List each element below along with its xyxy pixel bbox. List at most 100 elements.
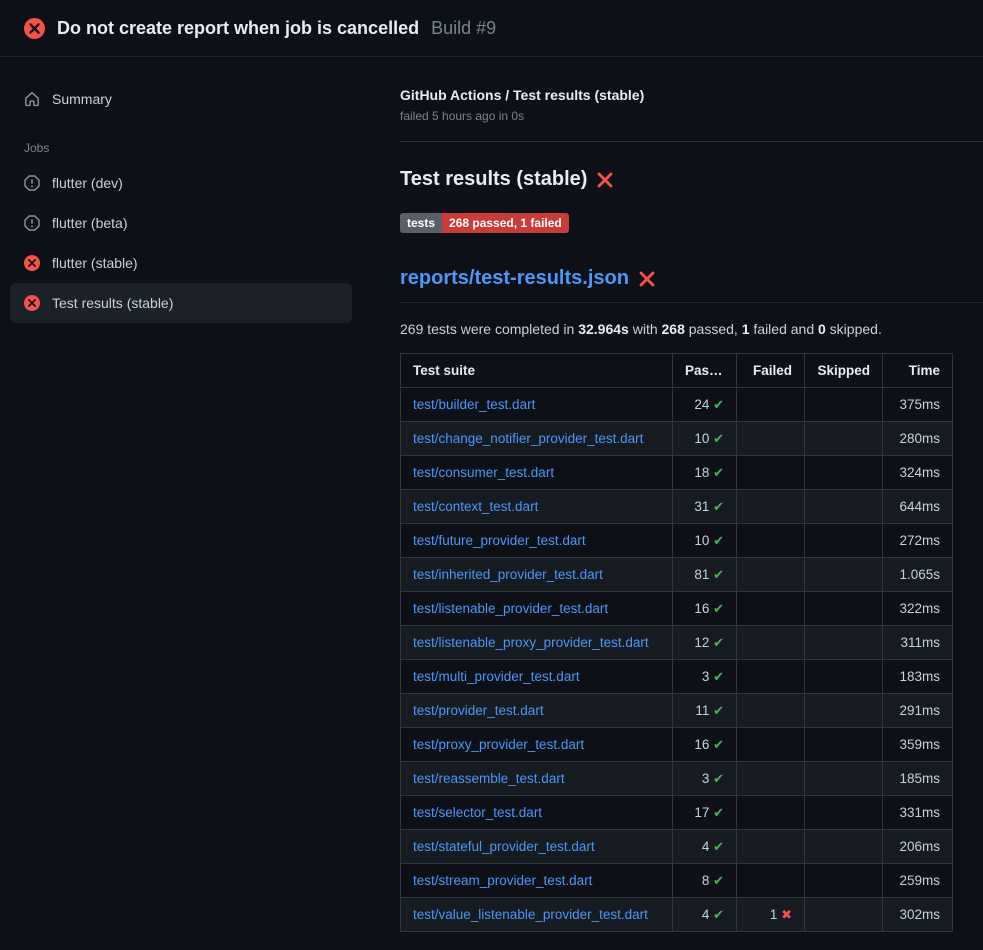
column-header: Time xyxy=(883,354,953,388)
jobs-heading: Jobs xyxy=(24,141,352,155)
check-run-title-text: Test results (stable) xyxy=(400,168,587,191)
report-failed-x-icon xyxy=(637,269,657,289)
time-cell: 322ms xyxy=(883,592,953,626)
run-status-text: failed 5 hours ago in 0s xyxy=(400,109,983,123)
tests-badge: tests 268 passed, 1 failed xyxy=(400,213,569,233)
table-row: test/future_provider_test.dart10 ✔272ms xyxy=(401,524,953,558)
time-cell: 644ms xyxy=(883,490,953,524)
failed-x-icon xyxy=(595,170,615,190)
breadcrumb[interactable]: GitHub Actions / Test results (stable) xyxy=(400,87,983,103)
check-icon: ✔ xyxy=(713,431,724,446)
failed-cell: 1 ✖ xyxy=(737,898,805,932)
passed-cell: 4 ✔ xyxy=(673,898,737,932)
time-cell: 259ms xyxy=(883,864,953,898)
column-header: Failed xyxy=(737,354,805,388)
summary-skipped-count: 0 xyxy=(818,321,826,337)
skipped-cell xyxy=(805,864,883,898)
divider xyxy=(400,141,983,142)
test-suite-link[interactable]: test/value_listenable_provider_test.dart xyxy=(413,907,648,922)
home-icon xyxy=(24,91,40,107)
table-row: test/listenable_proxy_provider_test.dart… xyxy=(401,626,953,660)
check-icon: ✔ xyxy=(713,635,724,650)
table-row: test/change_notifier_provider_test.dart 1… xyxy=(401,422,953,456)
passed-cell: 16 ✔ xyxy=(673,728,737,762)
table-row: test/inherited_provider_test.dart81 ✔1.0… xyxy=(401,558,953,592)
skipped-cell xyxy=(805,422,883,456)
time-cell: 359ms xyxy=(883,728,953,762)
skipped-cell xyxy=(805,796,883,830)
x-circle-fill-icon xyxy=(24,295,40,311)
test-suite-link[interactable]: test/selector_test.dart xyxy=(413,805,542,820)
passed-cell: 8 ✔ xyxy=(673,864,737,898)
time-cell: 331ms xyxy=(883,796,953,830)
table-row: test/stateful_provider_test.dart4 ✔206ms xyxy=(401,830,953,864)
passed-cell: 24 ✔ xyxy=(673,388,737,422)
test-suite-link[interactable]: test/listenable_proxy_provider_test.dart xyxy=(413,635,649,650)
summary-duration: 32.964s xyxy=(578,321,629,337)
failed-cell xyxy=(737,830,805,864)
passed-cell: 18 ✔ xyxy=(673,456,737,490)
table-row: test/proxy_provider_test.dart 16 ✔ 359ms xyxy=(401,728,953,762)
skipped-cell xyxy=(805,830,883,864)
time-cell: 183ms xyxy=(883,660,953,694)
test-results-table: Test suitePassedFailedSkippedTime test/b… xyxy=(400,353,953,932)
test-suite-link[interactable]: test/future_provider_test.dart xyxy=(413,533,586,548)
jobs-list: flutter (dev) flutter (beta)flutter (stab… xyxy=(10,163,352,323)
time-cell: 324ms xyxy=(883,456,953,490)
time-cell: 280ms xyxy=(883,422,953,456)
check-icon: ✔ xyxy=(713,873,724,888)
passed-cell: 10 ✔ xyxy=(673,524,737,558)
sidebar-job-item[interactable]: flutter (stable) xyxy=(10,243,352,283)
test-suite-link[interactable]: test/stream_provider_test.dart xyxy=(413,873,592,888)
test-suite-link[interactable]: test/change_notifier_provider_test.dart xyxy=(413,431,643,446)
test-suite-link[interactable]: test/listenable_provider_test.dart xyxy=(413,601,608,616)
failed-cell xyxy=(737,660,805,694)
time-cell: 1.065s xyxy=(883,558,953,592)
test-suite-link[interactable]: test/reassemble_test.dart xyxy=(413,771,565,786)
skipped-cell xyxy=(805,558,883,592)
passed-cell: 31 ✔ xyxy=(673,490,737,524)
test-suite-link[interactable]: test/provider_test.dart xyxy=(413,703,544,718)
skipped-cell xyxy=(805,898,883,932)
skipped-cell xyxy=(805,524,883,558)
test-suite-link[interactable]: test/context_test.dart xyxy=(413,499,538,514)
table-row: test/value_listenable_provider_test.dart… xyxy=(401,898,953,932)
test-suite-link[interactable]: test/stateful_provider_test.dart xyxy=(413,839,595,854)
column-header: Passed xyxy=(673,354,737,388)
test-suite-link[interactable]: test/proxy_provider_test.dart xyxy=(413,737,584,752)
failed-cell xyxy=(737,490,805,524)
sidebar-summary-label: Summary xyxy=(52,91,112,107)
failed-cell xyxy=(737,864,805,898)
sidebar-job-item[interactable]: flutter (beta) xyxy=(10,203,352,243)
sidebar-job-item[interactable]: flutter (dev) xyxy=(10,163,352,203)
sidebar-item-summary[interactable]: Summary xyxy=(10,79,352,119)
table-row: test/stream_provider_test.dart 8 ✔ 259ms xyxy=(401,864,953,898)
passed-cell: 10 ✔ xyxy=(673,422,737,456)
test-suite-link[interactable]: test/inherited_provider_test.dart xyxy=(413,567,603,582)
skipped-cell xyxy=(805,626,883,660)
check-icon: ✔ xyxy=(713,771,724,786)
test-suite-link[interactable]: test/multi_provider_test.dart xyxy=(413,669,580,684)
table-row: test/consumer_test.dart 18 ✔ 324ms xyxy=(401,456,953,490)
skipped-cell xyxy=(805,660,883,694)
check-run-title: Test results (stable) xyxy=(400,168,983,191)
skipped-cell xyxy=(805,490,883,524)
check-icon: ✔ xyxy=(713,737,724,752)
report-heading: reports/test-results.json xyxy=(400,267,983,303)
test-suite-link[interactable]: test/builder_test.dart xyxy=(413,397,535,412)
stop-icon xyxy=(24,215,40,231)
check-icon: ✔ xyxy=(713,669,724,684)
sidebar-job-item[interactable]: Test results (stable) xyxy=(10,283,352,323)
time-cell: 206ms xyxy=(883,830,953,864)
report-file-link[interactable]: reports/test-results.json xyxy=(400,267,629,290)
test-suite-link[interactable]: test/consumer_test.dart xyxy=(413,465,554,480)
check-icon: ✔ xyxy=(713,397,724,412)
table-row: test/builder_test.dart24 ✔375ms xyxy=(401,388,953,422)
column-header: Test suite xyxy=(401,354,673,388)
check-run-header: Do not create report when job is cancell… xyxy=(0,0,983,57)
job-label: flutter (dev) xyxy=(52,175,123,191)
table-row: test/reassemble_test.dart3 ✔185ms xyxy=(401,762,953,796)
passed-cell: 11 ✔ xyxy=(673,694,737,728)
check-icon: ✔ xyxy=(713,533,724,548)
check-icon: ✔ xyxy=(713,567,724,582)
